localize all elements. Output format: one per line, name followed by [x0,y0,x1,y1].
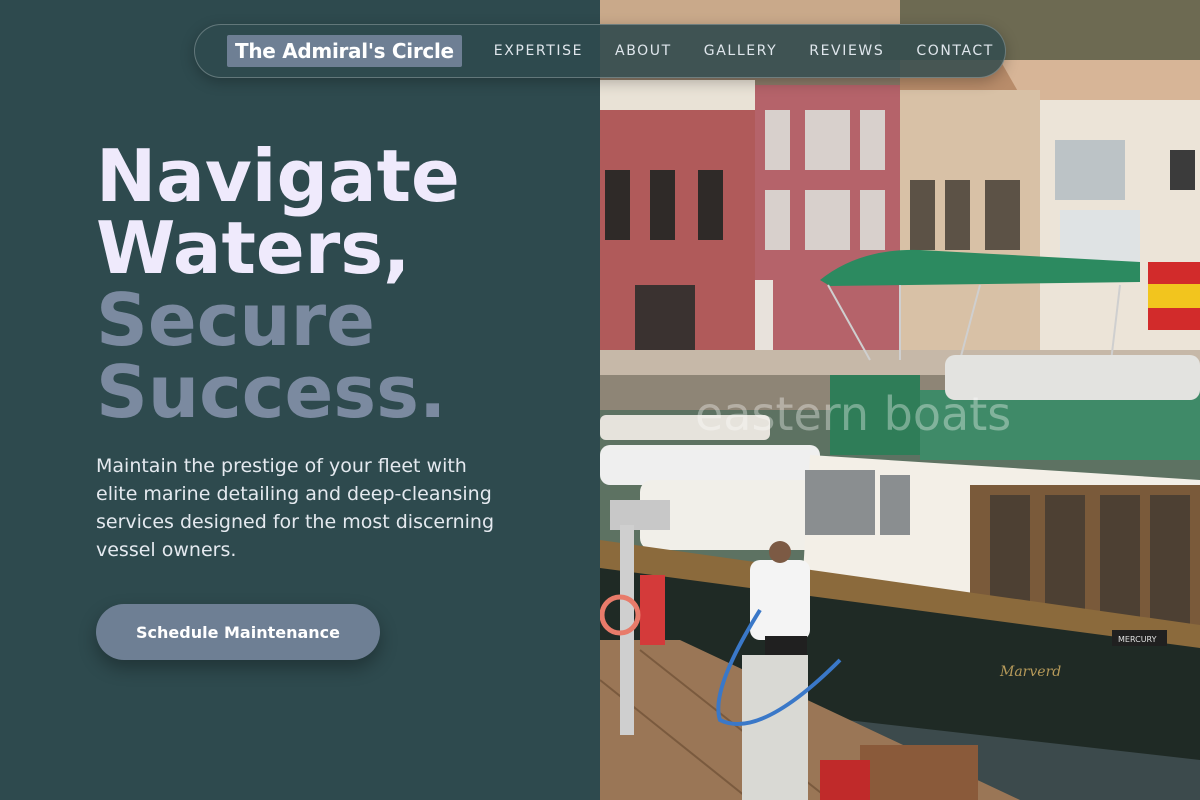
nav-link-contact[interactable]: CONTACT [916,43,994,59]
hero-title-line1: Navigate Waters, [96,134,460,290]
nav-link-about[interactable]: ABOUT [615,43,672,59]
hero-title-line2: Secure Success. [96,278,447,434]
boat-name-text: Marverd [999,664,1061,680]
schedule-maintenance-button[interactable]: Schedule Maintenance [96,604,380,660]
harbor-boat-photo: Marverd eastern boats MERCURY [600,0,1200,800]
nav-link-gallery[interactable]: GALLERY [704,43,777,59]
top-navbar: The Admiral's Circle EXPERTISE ABOUT GAL… [194,24,1006,78]
engine-brand-text: MERCURY [1118,635,1157,644]
nav-link-expertise[interactable]: EXPERTISE [494,43,583,59]
brand-logo[interactable]: The Admiral's Circle [227,35,462,67]
nav-links: EXPERTISE ABOUT GALLERY REVIEWS CONTACT [494,43,994,59]
nav-link-reviews[interactable]: REVIEWS [809,43,884,59]
hero-photo: Marverd eastern boats MERCURY [600,0,1200,800]
hero-description: Maintain the prestige of your fleet with… [96,455,494,561]
photo-watermark: eastern boats [695,387,1011,441]
hero-title: Navigate Waters, Secure Success. [96,140,576,428]
